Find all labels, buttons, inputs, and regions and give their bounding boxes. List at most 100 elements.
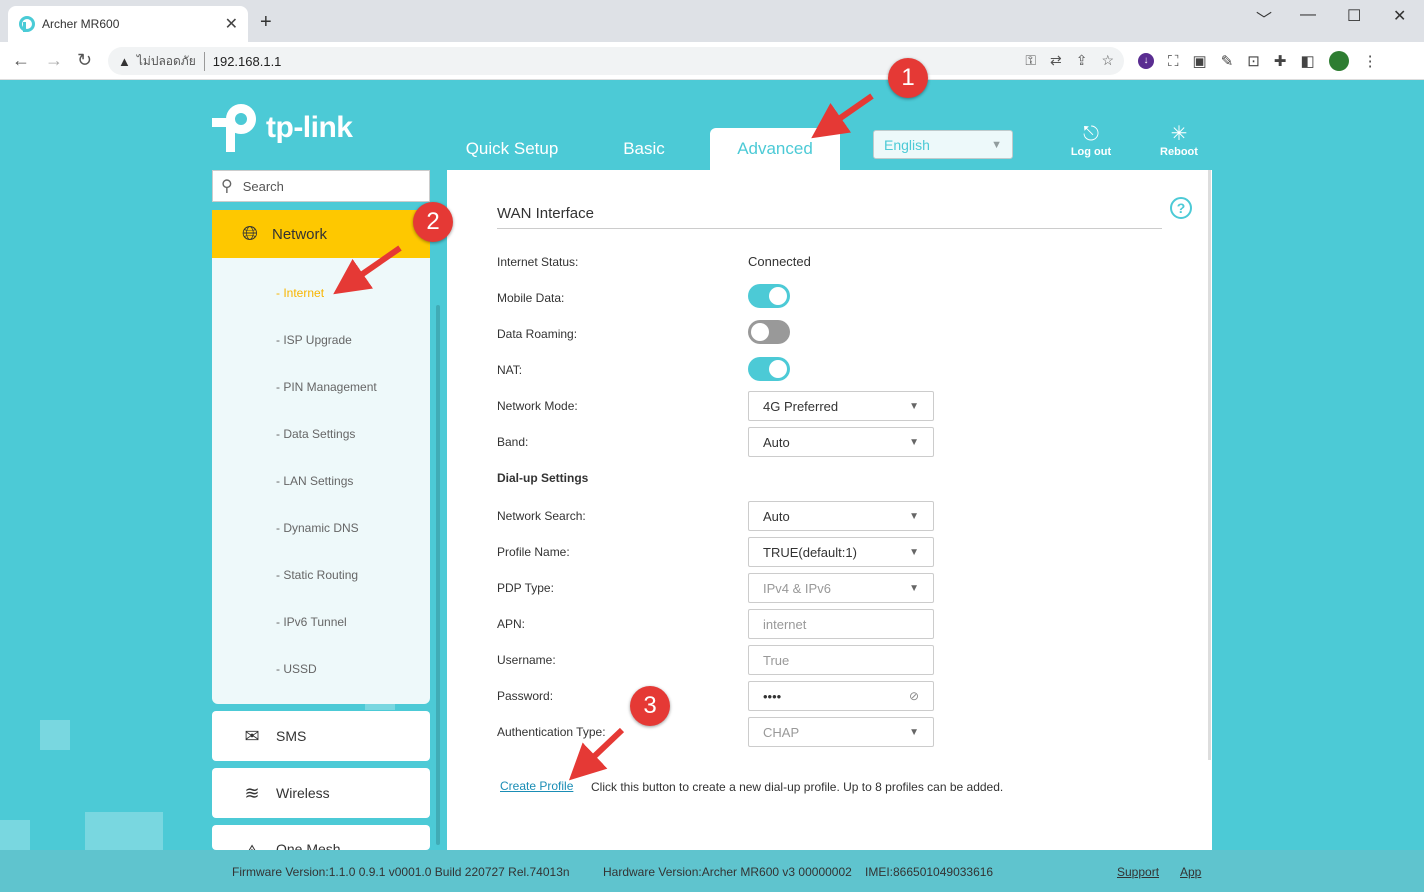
pdp-type-select[interactable]: IPv4 & IPv6 ▼ bbox=[748, 573, 934, 603]
sidebar-item-onemesh[interactable]: ⟁ One Mesh bbox=[212, 825, 430, 850]
tab-advanced[interactable]: Advanced bbox=[710, 128, 840, 170]
cast-extension-icon[interactable]: ▣ bbox=[1193, 52, 1207, 70]
bookmark-star-icon[interactable]: ☆ bbox=[1101, 52, 1114, 69]
share-icon[interactable]: ⇪ bbox=[1076, 52, 1088, 69]
imei: IMEI:866501049033616 bbox=[865, 865, 994, 879]
sidebar-item-static-routing[interactable]: - Static Routing bbox=[276, 568, 358, 582]
app-link[interactable]: App bbox=[1180, 865, 1201, 879]
apn-label: APN: bbox=[497, 617, 526, 631]
authentication-type-select[interactable]: CHAP ▼ bbox=[748, 717, 934, 747]
edit-extension-icon[interactable]: ✎ bbox=[1221, 52, 1234, 70]
security-status[interactable]: ไม่ปลอดภัย bbox=[137, 51, 205, 71]
reboot-button[interactable]: ✳ Reboot bbox=[1149, 122, 1209, 158]
sidebar-item-lan-settings[interactable]: - LAN Settings bbox=[276, 474, 353, 488]
screenshot-extension-icon[interactable]: ⛶ bbox=[1168, 53, 1179, 70]
apn-input[interactable]: internet bbox=[748, 609, 934, 639]
chevron-down-icon: ▼ bbox=[909, 436, 919, 448]
network-search-value: Auto bbox=[763, 508, 790, 524]
profile-avatar[interactable] bbox=[1328, 51, 1349, 71]
key-icon[interactable]: ⚿ bbox=[1025, 52, 1036, 69]
band-select[interactable]: Auto ▼ bbox=[748, 427, 934, 457]
minimize-button[interactable]: — bbox=[1300, 6, 1316, 24]
envelope-icon: ✉ bbox=[244, 725, 260, 746]
sidebar-item-sms[interactable]: ✉ SMS bbox=[212, 711, 430, 761]
help-icon[interactable]: ? bbox=[1170, 197, 1192, 219]
language-value: English bbox=[884, 136, 930, 153]
logo-text: tp-link bbox=[266, 111, 353, 144]
window-close-button[interactable]: ✕ bbox=[1393, 6, 1406, 26]
apn-value: internet bbox=[763, 616, 807, 632]
search-input[interactable]: ⚲ Search bbox=[212, 170, 430, 202]
sidebar-item-ipv6-tunnel[interactable]: - IPv6 Tunnel bbox=[276, 615, 347, 629]
username-value: True bbox=[763, 652, 790, 668]
username-input[interactable]: True bbox=[748, 645, 934, 675]
network-mode-label: Network Mode: bbox=[497, 399, 578, 413]
maximize-button[interactable]: ☐ bbox=[1347, 6, 1361, 26]
warning-icon: ▲ bbox=[118, 53, 131, 69]
network-search-select[interactable]: Auto ▼ bbox=[748, 501, 934, 531]
language-select[interactable]: English ▼ bbox=[873, 130, 1013, 159]
translate-icon[interactable]: ⇄ bbox=[1050, 52, 1062, 69]
forward-arrow-icon[interactable]: → bbox=[45, 50, 63, 70]
sidebar-item-network[interactable]: 🌐︎ Network bbox=[212, 210, 430, 258]
extensions-puzzle-icon[interactable]: ✚ bbox=[1274, 52, 1287, 70]
browser-toolbar: ← → ↻ ▲ ไม่ปลอดภัย 192.168.1.1 ⚿ ⇄ ⇪ ☆ ↓… bbox=[0, 42, 1424, 80]
new-tab-button[interactable]: + bbox=[260, 12, 272, 32]
section-title: WAN Interface bbox=[497, 205, 594, 222]
sidebar-item-wireless[interactable]: ≋ Wireless bbox=[212, 768, 430, 818]
capture-extension-icon[interactable]: ⊡ bbox=[1247, 52, 1260, 70]
footer: Firmware Version:1.1.0 0.9.1 v0001.0 Bui… bbox=[0, 850, 1424, 892]
chevron-down-icon: ▼ bbox=[909, 582, 919, 594]
download-extension-icon[interactable]: ↓ bbox=[1138, 53, 1154, 69]
sidebar-item-isp-upgrade[interactable]: - ISP Upgrade bbox=[276, 333, 352, 347]
main-scrollbar[interactable] bbox=[1208, 170, 1211, 760]
wireless-label: Wireless bbox=[276, 785, 330, 801]
network-mode-select[interactable]: 4G Preferred ▼ bbox=[748, 391, 934, 421]
sidebar-item-ussd[interactable]: - USSD bbox=[276, 662, 317, 676]
tab-search-icon[interactable]: ﹀ bbox=[1256, 6, 1272, 30]
mobile-data-toggle[interactable] bbox=[748, 284, 790, 308]
profile-name-select[interactable]: TRUE(default:1) ▼ bbox=[748, 537, 934, 567]
logout-button[interactable]: ⎋ Log out bbox=[1061, 122, 1121, 158]
sidebar-item-internet[interactable]: - Internet bbox=[276, 286, 324, 300]
wireless-icon: ≋ bbox=[244, 782, 260, 803]
eye-slash-icon[interactable]: ⊘ bbox=[909, 689, 919, 703]
sidebar-scrollbar[interactable] bbox=[436, 305, 440, 845]
reload-icon[interactable]: ↻ bbox=[77, 50, 92, 70]
tab-close-icon[interactable]: ✕ bbox=[225, 14, 238, 34]
password-input[interactable]: •••• ⊘ bbox=[748, 681, 934, 711]
create-profile-button[interactable]: Create Profile bbox=[500, 779, 573, 793]
sidebar-item-dynamic-dns[interactable]: - Dynamic DNS bbox=[276, 521, 359, 535]
logout-icon: ⎋ bbox=[1083, 123, 1099, 145]
username-label: Username: bbox=[497, 653, 556, 667]
password-value: •••• bbox=[763, 688, 782, 704]
chevron-down-icon: ▼ bbox=[909, 400, 919, 412]
back-arrow-icon[interactable]: ← bbox=[12, 50, 30, 70]
tplink-mark-icon bbox=[212, 104, 262, 152]
annotation-marker-3: 3 bbox=[630, 686, 670, 726]
dialup-settings-heading: Dial-up Settings bbox=[497, 471, 589, 485]
tab-quick-setup[interactable]: Quick Setup bbox=[462, 128, 562, 170]
address-bar[interactable]: ▲ ไม่ปลอดภัย 192.168.1.1 ⚿ ⇄ ⇪ ☆ bbox=[108, 47, 1124, 75]
sidebar-item-pin-management[interactable]: - PIN Management bbox=[276, 380, 377, 394]
create-profile-description: Click this button to create a new dial-u… bbox=[591, 780, 1004, 794]
support-link[interactable]: Support bbox=[1117, 865, 1159, 879]
browser-tabstrip: Archer MR600 ✕ + ﹀ — ☐ ✕ bbox=[0, 0, 1424, 42]
network-menu: 🌐︎ Network - Internet - ISP Upgrade - PI… bbox=[212, 210, 430, 704]
tab-basic[interactable]: Basic bbox=[604, 128, 684, 170]
browser-tab[interactable]: Archer MR600 ✕ bbox=[8, 6, 248, 42]
data-roaming-toggle[interactable] bbox=[748, 320, 790, 344]
tplink-logo: tp-link bbox=[212, 104, 353, 152]
url-text[interactable]: 192.168.1.1 bbox=[213, 54, 282, 69]
network-mode-value: 4G Preferred bbox=[763, 398, 839, 414]
menu-kebab-icon[interactable]: ⋮ bbox=[1363, 52, 1378, 70]
nat-toggle[interactable] bbox=[748, 357, 790, 381]
onemesh-label: One Mesh bbox=[276, 841, 341, 850]
profile-name-value: TRUE(default:1) bbox=[763, 544, 857, 560]
reboot-icon: ✳ bbox=[1170, 123, 1188, 145]
chevron-down-icon: ▼ bbox=[909, 546, 919, 558]
password-label: Password: bbox=[497, 689, 554, 703]
reboot-label: Reboot bbox=[1160, 146, 1198, 158]
side-panel-icon[interactable]: ◧ bbox=[1300, 52, 1314, 70]
sidebar-item-data-settings[interactable]: - Data Settings bbox=[276, 427, 355, 441]
